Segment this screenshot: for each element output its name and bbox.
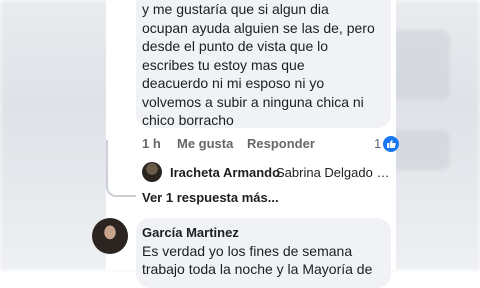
comments-panel: y me gustaría que si algun dia ocupan ay… <box>92 0 399 288</box>
comment-text: Es verdad yo los fines de semana trabajo… <box>142 243 373 277</box>
view-more-replies-link[interactable]: Ver 1 respuesta más... <box>142 190 279 205</box>
comment-author-name[interactable]: García Martinez <box>142 225 239 240</box>
comment-text: y me gustaría que si algun dia ocupan ay… <box>142 1 375 128</box>
reply-button[interactable]: Responder <box>247 136 315 151</box>
comment-timestamp: 1 h <box>142 136 161 151</box>
reply-preview-text[interactable]: Sabrina Delgado no t... <box>276 165 392 180</box>
thumbs-up-icon[interactable] <box>383 136 399 152</box>
reaction-count[interactable]: 1 <box>374 136 381 151</box>
like-button[interactable]: Me gusta <box>177 136 233 151</box>
comment-actions: 1 h Me gusta Responder 1 <box>142 136 399 152</box>
thread-connector <box>106 140 136 197</box>
reply-author-name[interactable]: Iracheta Armando <box>170 165 280 180</box>
avatar[interactable] <box>92 218 128 254</box>
avatar[interactable] <box>142 162 162 182</box>
